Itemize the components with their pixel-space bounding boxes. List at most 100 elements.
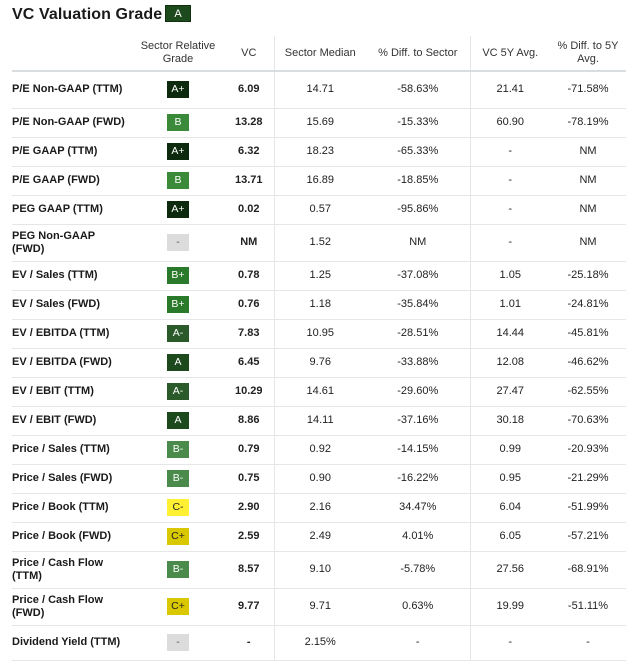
vc-5y-avg-value: 27.56 xyxy=(469,551,550,589)
diff-to-sector-value: 4.01% xyxy=(366,522,470,552)
grade-cell: A- xyxy=(132,319,224,349)
metric-label: Price / Cash Flow (FWD) xyxy=(12,588,132,626)
grade-cell: B+ xyxy=(132,290,224,320)
table-row: EV / Sales (TTM) B+ 0.78 1.25 -37.08% 1.05 -25… xyxy=(12,261,626,291)
valuation-table: Sector Relative Grade VC Sector Median %… xyxy=(12,36,626,661)
vc-5y-avg-value: 6.04 xyxy=(469,493,550,523)
diff-to-5y-avg-value: - xyxy=(550,625,626,661)
vc-5y-avg-value: 30.18 xyxy=(469,406,550,436)
grade-cell: C+ xyxy=(132,522,224,552)
sector-median-value: 2.49 xyxy=(273,522,366,552)
grade-badge: A xyxy=(167,354,189,371)
table-row: PEG Non-GAAP (FWD) - NM 1.52 NM - NM xyxy=(12,224,626,262)
diff-to-5y-avg-value: NM xyxy=(550,137,626,167)
table-row: Dividend Yield (TTM) - -2.15% - - - xyxy=(12,625,626,661)
diff-to-sector-value: -15.33% xyxy=(366,108,470,138)
header-sector-median: Sector Median xyxy=(273,36,366,72)
diff-to-5y-avg-value: -20.93% xyxy=(550,435,626,465)
grade-badge: A- xyxy=(167,325,189,342)
metric-label: P/E Non-GAAP (FWD) xyxy=(12,108,132,138)
vc-5y-avg-value: 21.41 xyxy=(469,71,550,109)
grade-badge: A+ xyxy=(167,201,189,218)
vc-value: 13.71 xyxy=(224,166,274,196)
table-row: EV / EBIT (TTM) A- 10.29 14.61 -29.60% 27.47-… xyxy=(12,377,626,407)
sector-median-value: 16.89 xyxy=(273,166,366,196)
metric-label: Price / Sales (FWD) xyxy=(12,464,132,494)
diff-to-5y-avg-value: NM xyxy=(550,195,626,225)
vc-value: 8.57 xyxy=(224,551,274,589)
grade-cell: A+ xyxy=(132,71,224,109)
table-row: Price / Book (FWD) C+ 2.59 2.49 4.01% 6.05 -57… xyxy=(12,522,626,552)
header-vc: VC xyxy=(224,36,274,72)
diff-to-sector-value: -37.08% xyxy=(366,261,470,291)
header-sector-relative-grade: Sector Relative Grade xyxy=(132,36,224,72)
table-row: EV / EBITDA (TTM) A- 7.83 10.95 -28.51% 14.44… xyxy=(12,319,626,349)
diff-to-5y-avg-value: NM xyxy=(550,224,626,262)
table-row: EV / Sales (FWD) B+ 0.76 1.18 -35.84% 1.01 -24… xyxy=(12,290,626,320)
grade-badge: B- xyxy=(167,561,189,578)
grade-cell: A+ xyxy=(132,195,224,225)
vc-value: - xyxy=(224,625,274,661)
sector-median-value: 0.57 xyxy=(273,195,366,225)
diff-to-5y-avg-value: -71.58% xyxy=(550,71,626,109)
header-diff-to-5y-avg: % Diff. to 5Y Avg. xyxy=(550,36,626,72)
grade-badge: C- xyxy=(167,499,189,516)
grade-badge: C+ xyxy=(167,528,189,545)
metric-label: EV / EBITDA (TTM) xyxy=(12,319,132,349)
sector-median-value: 14.61 xyxy=(273,377,366,407)
grade-cell: - xyxy=(132,224,224,262)
grade-cell: C+ xyxy=(132,588,224,626)
sector-median-value: 0.90 xyxy=(273,464,366,494)
sector-median-value: 15.69 xyxy=(273,108,366,138)
grade-cell: B- xyxy=(132,551,224,589)
diff-to-sector-value: -29.60% xyxy=(366,377,470,407)
diff-to-sector-value: 34.47% xyxy=(366,493,470,523)
grade-cell: C- xyxy=(132,493,224,523)
sector-median-value: 1.25 xyxy=(273,261,366,291)
diff-to-5y-avg-value: -25.18% xyxy=(550,261,626,291)
grade-badge: C+ xyxy=(167,598,189,615)
grade-badge: A xyxy=(167,412,189,429)
grade-cell: B xyxy=(132,108,224,138)
metric-label: PEG GAAP (TTM) xyxy=(12,195,132,225)
diff-to-5y-avg-value: -21.29% xyxy=(550,464,626,494)
diff-to-sector-value: -37.16% xyxy=(366,406,470,436)
grade-badge: - xyxy=(167,234,189,251)
sector-median-value: 1.52 xyxy=(273,224,366,262)
diff-to-sector-value: -58.63% xyxy=(366,71,470,109)
diff-to-5y-avg-value: -62.55% xyxy=(550,377,626,407)
header-diff-to-sector: % Diff. to Sector xyxy=(366,36,470,72)
vc-value: 13.28 xyxy=(224,108,274,138)
grade-badge: A+ xyxy=(167,81,189,99)
grade-cell: B xyxy=(132,166,224,196)
diff-to-sector-value: -95.86% xyxy=(366,195,470,225)
vc-5y-avg-value: - xyxy=(469,224,550,262)
diff-to-5y-avg-value: -24.81% xyxy=(550,290,626,320)
diff-to-sector-value: -65.33% xyxy=(366,137,470,167)
metric-label: EV / EBIT (FWD) xyxy=(12,406,132,436)
table-row: Price / Book (TTM) C- 2.90 2.16 34.47% 6.04 -5… xyxy=(12,493,626,523)
vc-5y-avg-value: 0.95 xyxy=(469,464,550,494)
vc-value: 0.02 xyxy=(224,195,274,225)
sector-median-value: 2.16 xyxy=(273,493,366,523)
diff-to-sector-value: -35.84% xyxy=(366,290,470,320)
diff-to-5y-avg-value: -68.91% xyxy=(550,551,626,589)
vc-5y-avg-value: 1.01 xyxy=(469,290,550,320)
header-metric xyxy=(12,36,132,72)
table-row: Price / Cash Flow (FWD) C+ 9.77 9.71 0.63% 19… xyxy=(12,588,626,626)
vc-value: 8.86 xyxy=(224,406,274,436)
grade-cell: B- xyxy=(132,435,224,465)
grade-cell: A- xyxy=(132,377,224,407)
metric-label: P/E GAAP (FWD) xyxy=(12,166,132,196)
table-row: P/E Non-GAAP (TTM) A+ 6.09 14.71 -58.63% 21.4… xyxy=(12,71,626,109)
diff-to-5y-avg-value: -51.99% xyxy=(550,493,626,523)
vc-value: 6.09 xyxy=(224,71,274,109)
diff-to-5y-avg-value: -78.19% xyxy=(550,108,626,138)
metric-label: Dividend Yield (TTM) xyxy=(12,625,132,661)
sector-median-value: 1.18 xyxy=(273,290,366,320)
diff-to-sector-value: NM xyxy=(366,224,470,262)
page-title: VC Valuation Grade xyxy=(12,6,163,23)
diff-to-5y-avg-value: -45.81% xyxy=(550,319,626,349)
vc-value: 0.79 xyxy=(224,435,274,465)
metric-label: EV / Sales (TTM) xyxy=(12,261,132,291)
